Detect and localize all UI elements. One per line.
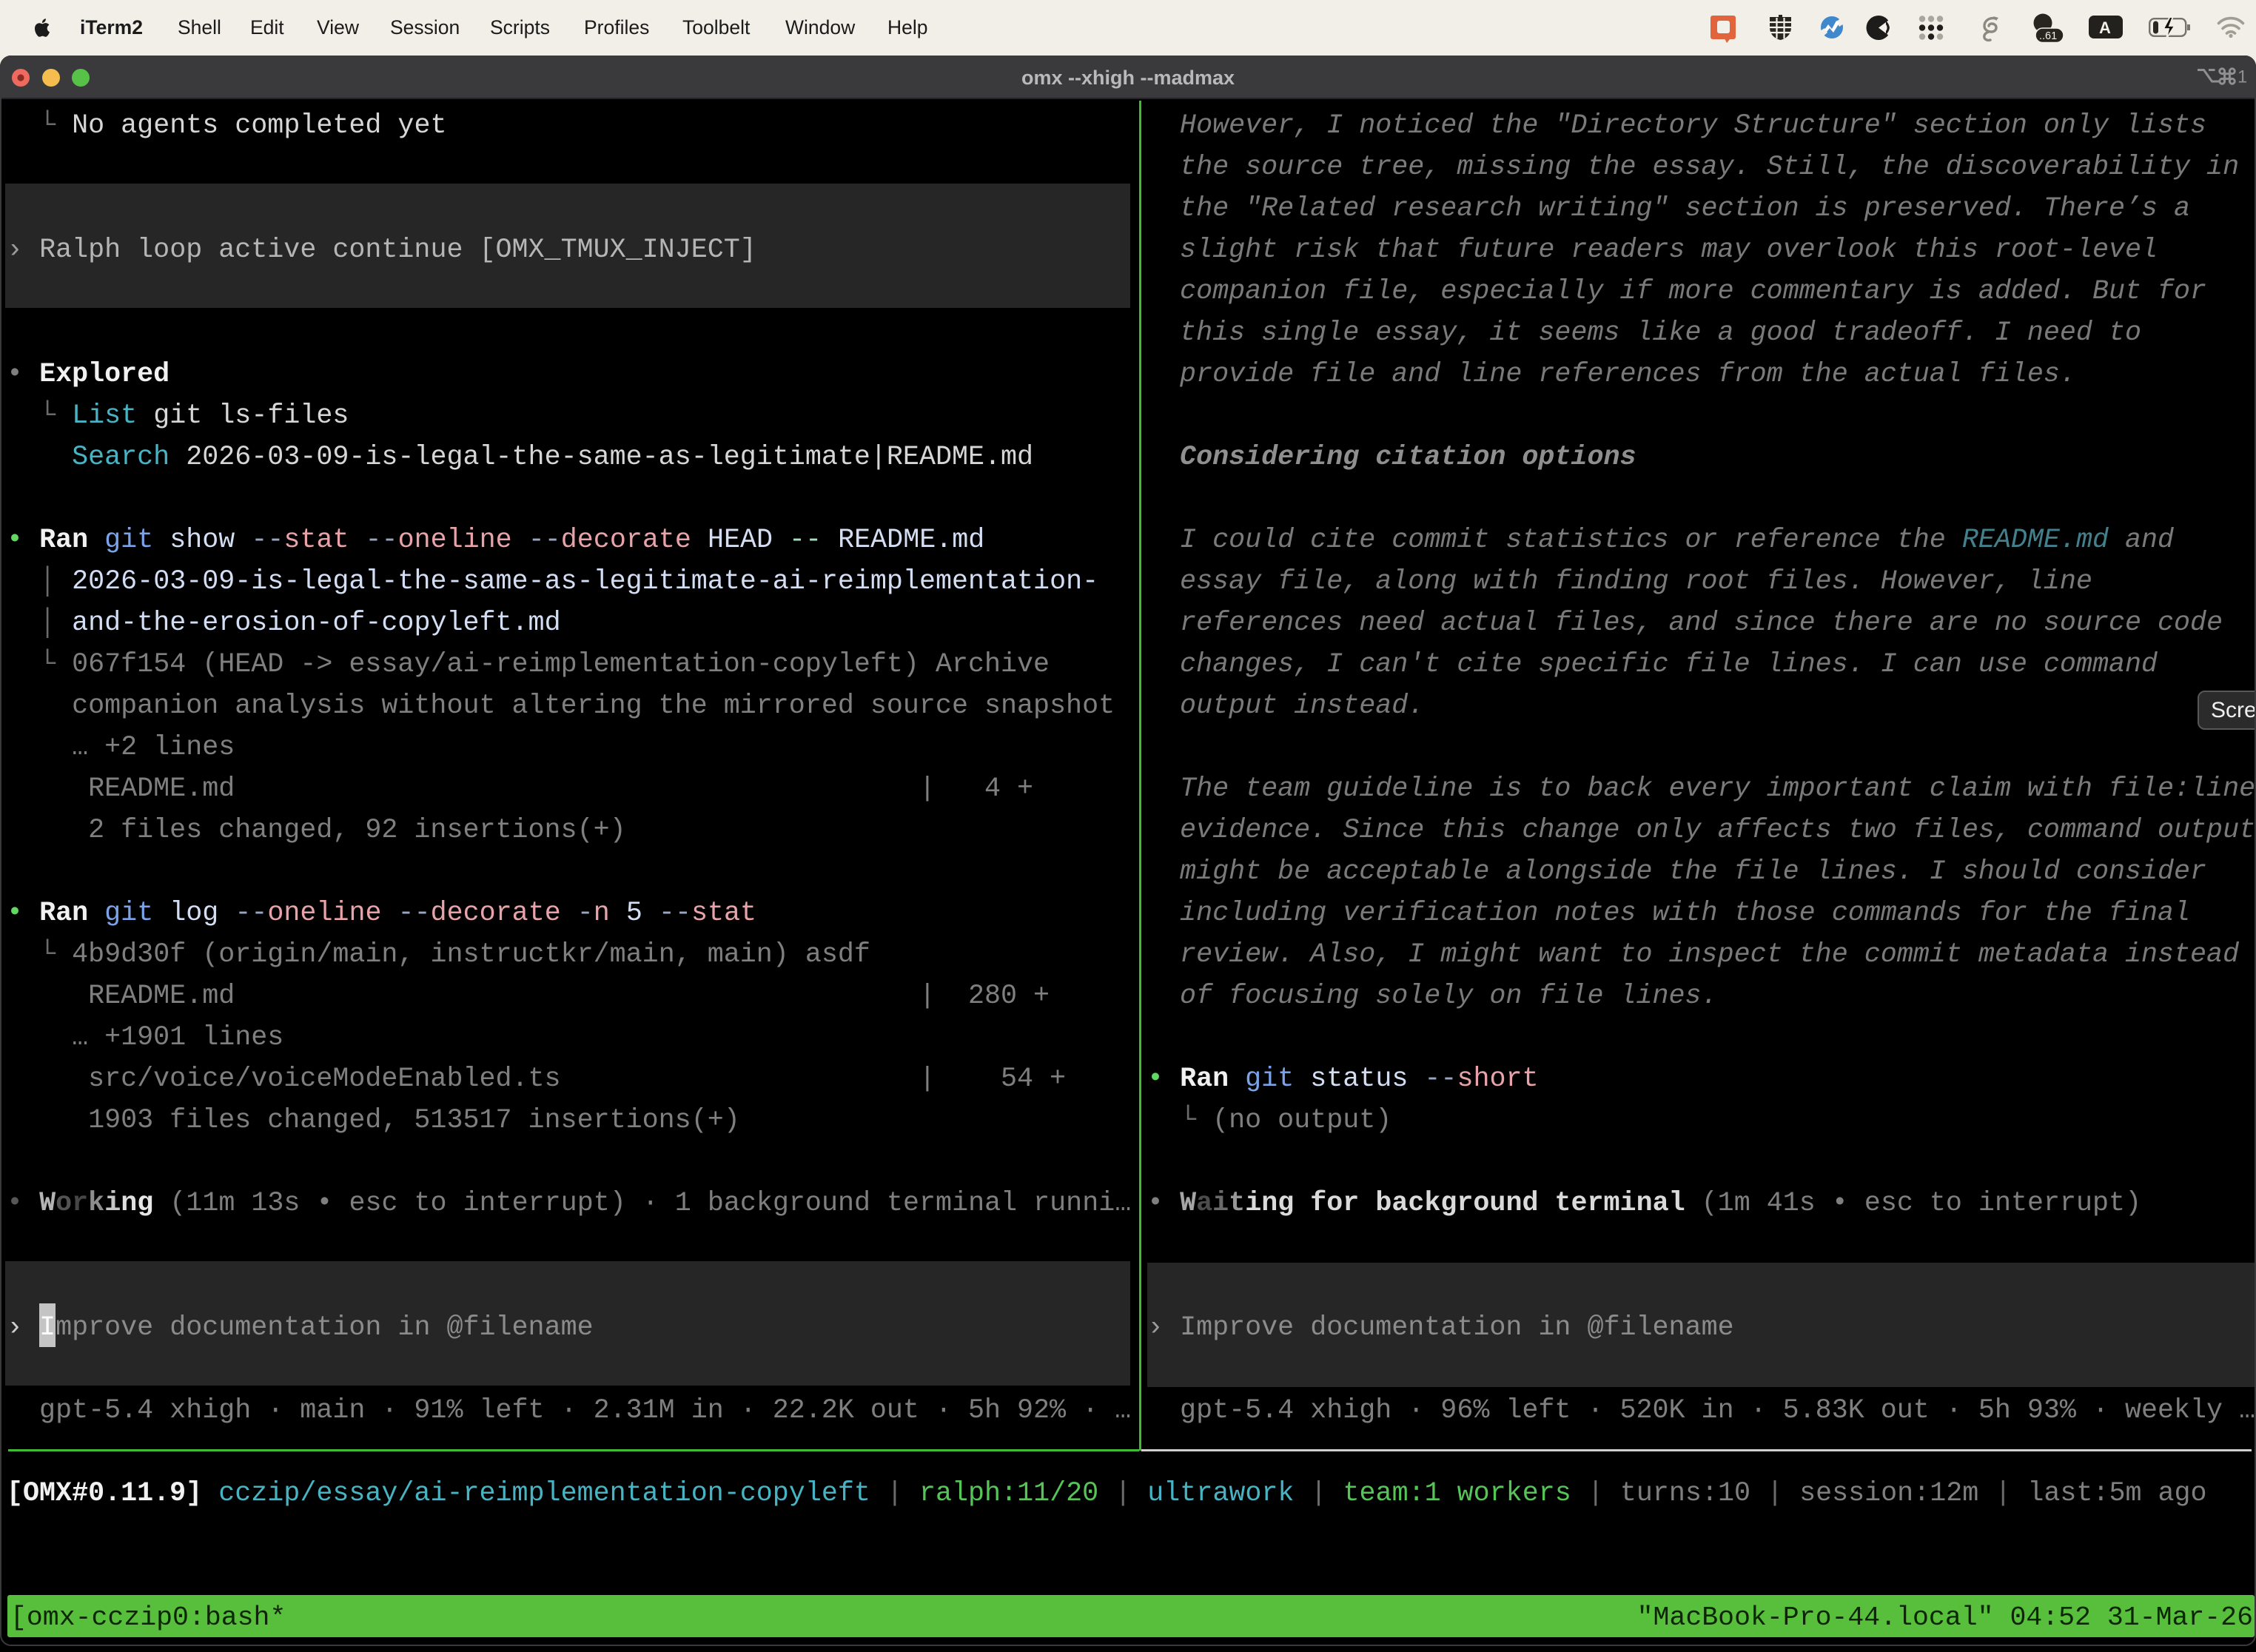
- svg-text:..61: ..61: [2039, 30, 2057, 42]
- svg-text:1: 1: [2237, 67, 2246, 87]
- svg-text:A: A: [2099, 19, 2111, 37]
